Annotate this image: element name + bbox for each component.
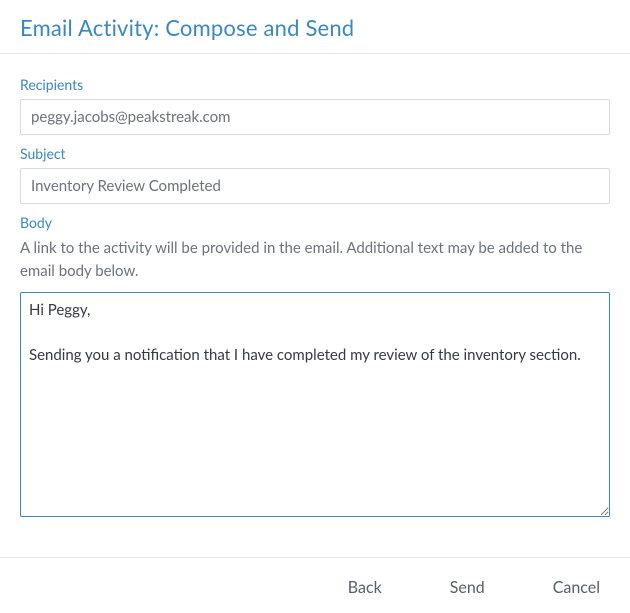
- send-button[interactable]: Send: [440, 572, 495, 603]
- back-button[interactable]: Back: [338, 572, 392, 603]
- email-compose-dialog: Email Activity: Compose and Send Recipie…: [0, 0, 630, 613]
- subject-label: Subject: [20, 145, 610, 162]
- body-textarea[interactable]: [20, 292, 610, 517]
- body-description: A link to the activity will be provided …: [20, 237, 610, 282]
- subject-input[interactable]: [20, 168, 610, 204]
- cancel-button[interactable]: Cancel: [543, 572, 610, 603]
- dialog-body: Recipients Subject Body A link to the ac…: [0, 54, 630, 557]
- dialog-title: Email Activity: Compose and Send: [20, 14, 610, 41]
- recipients-input[interactable]: [20, 99, 610, 135]
- recipients-label: Recipients: [20, 76, 610, 93]
- body-label: Body: [20, 214, 610, 231]
- dialog-footer: Back Send Cancel: [0, 557, 630, 613]
- dialog-header: Email Activity: Compose and Send: [0, 0, 630, 54]
